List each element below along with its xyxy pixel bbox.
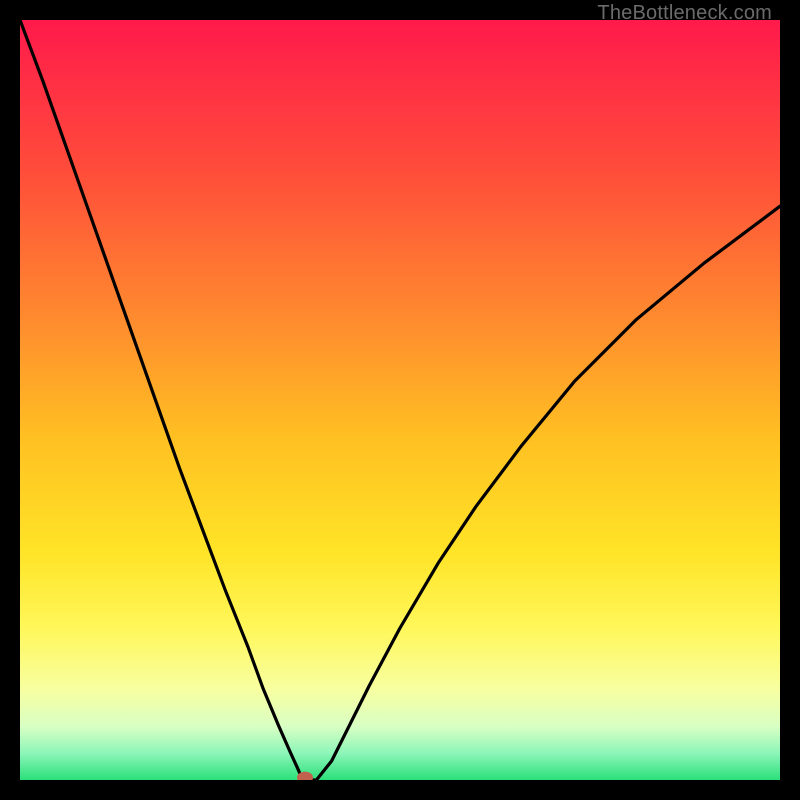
chart-frame	[20, 20, 780, 780]
chart-background	[20, 20, 780, 780]
chart-canvas	[20, 20, 780, 780]
watermark-text: TheBottleneck.com	[597, 2, 772, 25]
